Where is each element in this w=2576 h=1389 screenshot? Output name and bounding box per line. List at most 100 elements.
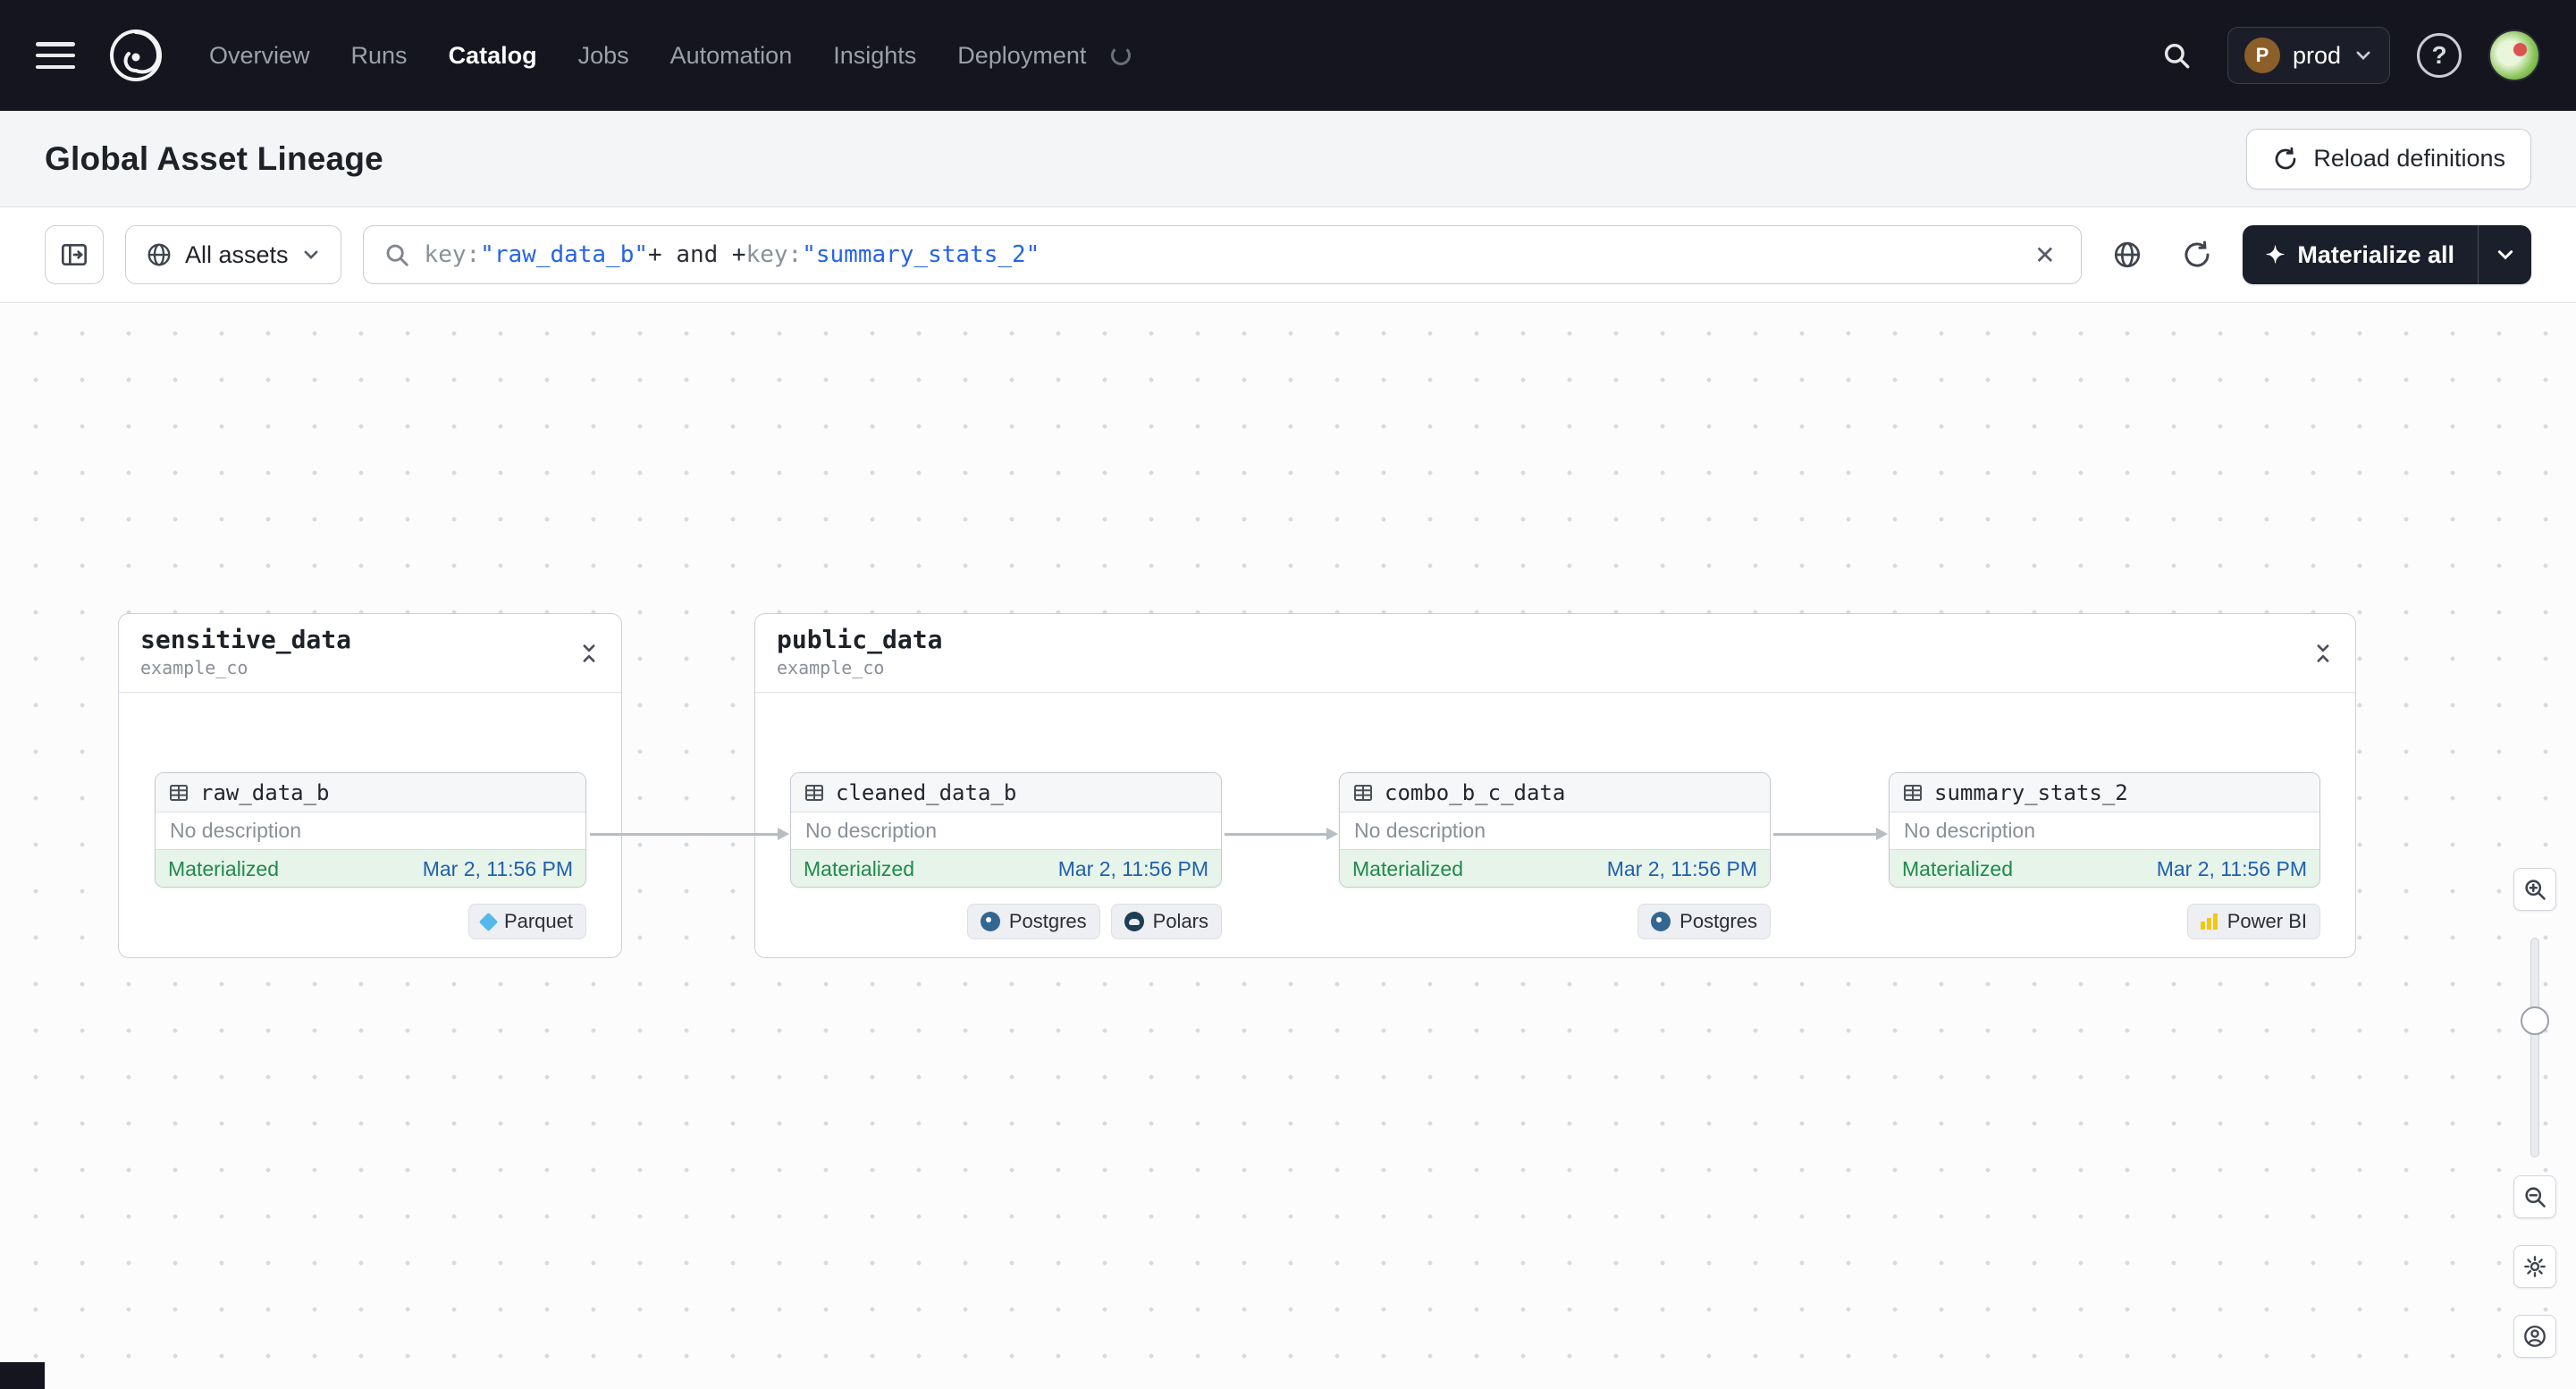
dagster-logo-icon[interactable] (102, 21, 170, 89)
nav-item-deployment[interactable]: Deployment (957, 42, 1086, 70)
page-title: Global Asset Lineage (45, 139, 383, 177)
deployment-switcher[interactable]: P prod (2227, 27, 2390, 84)
zoom-control-rail (2513, 868, 2556, 1358)
query-key-token: key: (745, 241, 803, 268)
zoom-in-icon (2525, 880, 2546, 900)
group-org: example_co (140, 657, 248, 678)
nav-item-jobs[interactable]: Jobs (578, 42, 629, 70)
zoom-in-button[interactable] (2513, 868, 2556, 911)
tag-label: Polars (1152, 910, 1208, 932)
asset-description: No description (170, 819, 302, 842)
asset-status-row: Materialized Mar 2, 11:56 PM (156, 849, 585, 887)
nav-item-overview[interactable]: Overview (209, 42, 310, 70)
help-question-mark: ? (2431, 41, 2447, 69)
postgres-icon (1651, 912, 1671, 931)
asset-node-header: cleaned_data_b (791, 773, 1221, 812)
materialize-options-button[interactable] (2478, 225, 2531, 284)
asset-status-row: Materialized Mar 2, 11:56 PM (1890, 849, 2319, 887)
query-string-token: "summary_stats_2" (802, 241, 1040, 268)
collapse-group-icon[interactable] (2305, 636, 2341, 671)
tag-polars[interactable]: Polars (1110, 904, 1222, 939)
asset-filter-dropdown[interactable]: All assets (125, 225, 341, 284)
search-icon (386, 244, 408, 266)
reload-definitions-button[interactable]: Reload definitions (2246, 128, 2531, 189)
tag-parquet[interactable]: Parquet (467, 904, 586, 939)
zoom-slider[interactable] (2521, 938, 2549, 1158)
clear-search-button[interactable]: ✕ (2029, 240, 2060, 270)
query-operator-token: + and + (648, 241, 746, 268)
table-icon (1904, 784, 1922, 801)
nav-item-catalog[interactable]: Catalog (449, 42, 537, 70)
asset-filter-label: All assets (185, 240, 289, 268)
deployment-name: prod (2292, 41, 2341, 69)
query-key-token: key: (424, 241, 481, 268)
top-navbar: Overview Runs Catalog Jobs Automation In… (0, 0, 2576, 111)
materialized-status: Materialized (1352, 856, 1463, 880)
globe-icon (147, 243, 171, 266)
query-string-token: "raw_data_b" (480, 241, 649, 268)
gear-icon (2524, 1256, 2546, 1277)
materialization-timestamp[interactable]: Mar 2, 11:56 PM (2157, 857, 2307, 881)
materialization-timestamp[interactable]: Mar 2, 11:56 PM (423, 857, 573, 881)
zoom-out-icon (2525, 1187, 2546, 1208)
user-avatar[interactable] (2488, 29, 2540, 81)
polars-icon (1124, 912, 1144, 931)
zoom-slider-handle[interactable] (2521, 1006, 2549, 1035)
asset-node-raw-data-b[interactable]: raw_data_b No description Materialized M… (155, 772, 586, 888)
hamburger-menu-icon[interactable] (36, 42, 75, 69)
reload-icon (2275, 147, 2296, 169)
tag-postgres[interactable]: Postgres (966, 904, 1100, 939)
zoom-out-button[interactable] (2513, 1175, 2556, 1218)
collapse-group-icon[interactable] (571, 636, 607, 671)
reload-definitions-label: Reload definitions (2313, 145, 2505, 172)
toggle-sidebar-panel-button[interactable] (45, 225, 104, 284)
bottom-left-panel-edge (0, 1362, 45, 1389)
loading-spinner-icon (1111, 46, 1132, 65)
materialized-status: Materialized (168, 856, 279, 880)
lineage-toolbar: All assets key: "raw_data_b" + and + key: "s… (0, 207, 2576, 303)
graph-settings-button[interactable] (2513, 1245, 2556, 1288)
asset-name: raw_data_b (200, 779, 330, 805)
nav-item-insights[interactable]: Insights (833, 42, 916, 70)
postgres-icon (980, 912, 1000, 931)
asset-tags-summary-stats-2: Power BI (2186, 904, 2320, 939)
materialize-all-button[interactable]: ✦ Materialize all (2243, 225, 2478, 284)
recenter-view-button[interactable] (2513, 1315, 2556, 1358)
globe-icon (2114, 241, 2140, 268)
refresh-icon (2185, 240, 2210, 267)
asset-status-row: Materialized Mar 2, 11:56 PM (1340, 849, 1770, 887)
nav-links: Overview Runs Catalog Jobs Automation In… (209, 42, 1132, 70)
group-name: sensitive_data (140, 625, 352, 654)
asset-node-cleaned-data-b[interactable]: cleaned_data_b No description Materializ… (790, 772, 1222, 888)
search-icon[interactable] (2152, 31, 2201, 80)
materialization-timestamp[interactable]: Mar 2, 11:56 PM (1607, 857, 1757, 881)
search-query-text: key: "raw_data_b" + and + key: "summary_stat… (425, 241, 2016, 268)
group-header: public_data example_co (755, 614, 2355, 693)
asset-name: cleaned_data_b (836, 779, 1017, 805)
tag-label: Postgres (1679, 910, 1757, 932)
asset-search-input[interactable]: key: "raw_data_b" + and + key: "summary_stat… (362, 225, 2082, 284)
asset-status-row: Materialized Mar 2, 11:56 PM (791, 849, 1221, 887)
help-button[interactable]: ? (2417, 33, 2462, 78)
nav-item-runs[interactable]: Runs (351, 42, 408, 70)
materialized-status: Materialized (1902, 856, 2013, 880)
tag-postgres[interactable]: Postgres (1637, 904, 1771, 939)
group-org: example_co (777, 657, 885, 678)
table-icon (170, 784, 188, 801)
asset-node-header: summary_stats_2 (1890, 773, 2319, 812)
user-circle-icon (2524, 1326, 2546, 1347)
graph-view-globe-button[interactable] (2103, 231, 2151, 279)
asset-node-summary-stats-2[interactable]: summary_stats_2 No description Materiali… (1889, 772, 2320, 888)
chevron-down-icon (2356, 51, 2370, 60)
chevron-down-icon (2497, 250, 2513, 260)
powerbi-icon (2200, 913, 2218, 930)
asset-node-combo-b-c-data[interactable]: combo_b_c_data No description Materializ… (1339, 772, 1771, 888)
page-header: Global Asset Lineage Reload definitions (0, 111, 2576, 207)
edge-raw-to-cleaned (590, 829, 789, 839)
lineage-canvas[interactable]: sensitive_data example_co public_data ex… (0, 303, 2576, 1389)
refresh-graph-button[interactable] (2173, 231, 2221, 279)
asset-node-header: combo_b_c_data (1340, 773, 1770, 812)
materialization-timestamp[interactable]: Mar 2, 11:56 PM (1058, 857, 1208, 881)
tag-powerbi[interactable]: Power BI (2186, 904, 2320, 939)
nav-item-automation[interactable]: Automation (670, 42, 793, 70)
